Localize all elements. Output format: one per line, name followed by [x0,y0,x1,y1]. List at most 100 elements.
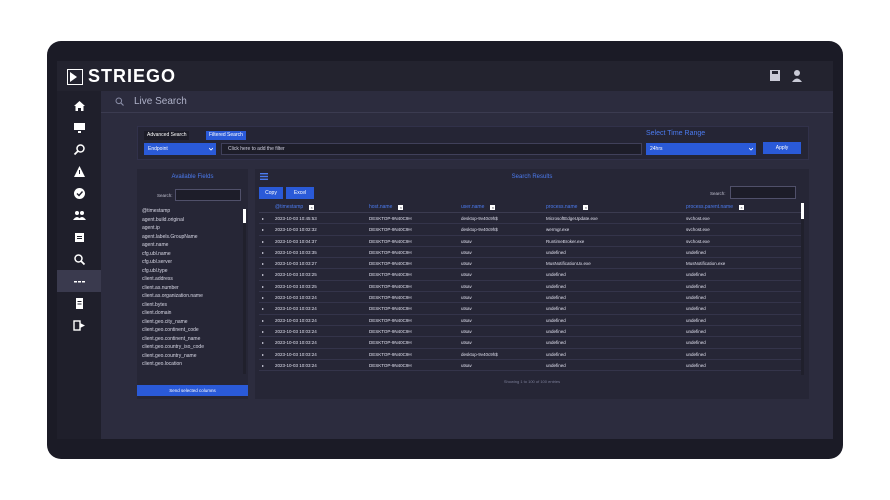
sidebar-item-compliance[interactable] [57,182,101,204]
remove-column-icon[interactable]: × [398,204,404,210]
table-cell: 2023-10-03 10:03:35 [275,249,317,255]
expand-row-icon[interactable]: ▸ [262,340,264,345]
field-item[interactable]: cfg.ubl.type [142,267,242,276]
remove-column-icon[interactable]: × [583,204,589,210]
table-cell: utsav [461,238,472,244]
results-scrollbar[interactable] [801,203,804,375]
column-header[interactable]: host.name × [369,204,404,210]
field-item[interactable]: client.geo.country_iso_code [142,343,242,352]
table-cell: 2023-10-03 10:03:25 [275,272,317,278]
field-item[interactable]: client.geo.continent_code [142,326,242,335]
table-cell: undefined [546,351,566,357]
column-header[interactable]: @timestamp × [275,204,315,210]
expand-row-icon[interactable]: ▸ [262,239,264,244]
expand-row-icon[interactable]: ▸ [262,306,264,311]
results-search-input[interactable] [730,186,796,199]
table-row[interactable]: ▸ 2023-10-03 10:03:24 DESKTOP-9N40C9H utsav… [259,292,801,304]
remove-column-icon[interactable]: × [738,204,744,210]
table-row[interactable]: ▸ 2023-10-03 10:45:53 DESKTOP-9N40C9H deskt… [259,213,801,225]
excel-button[interactable]: Excel [286,187,314,199]
table-row[interactable]: ▸ 2023-10-03 10:03:35 DESKTOP-9N40C9H utsav… [259,247,801,259]
sidebar-item-live-search[interactable] [57,270,101,292]
fields-search-input[interactable] [175,189,241,201]
results-scrollbar-thumb[interactable] [801,203,804,219]
tab-advanced-search[interactable]: Advanced Search [144,131,190,140]
sidebar-item-search[interactable] [57,248,101,270]
field-item[interactable]: @timestamp [142,207,242,216]
field-item[interactable]: agent.labels.GroupName [142,233,242,242]
endpoint-select[interactable]: Endpoint [144,143,216,155]
table-row[interactable]: ▸ 2023-10-03 10:03:24 DESKTOP-9N40C9H utsav… [259,360,801,372]
column-header[interactable]: process.name × [546,204,589,210]
table-row[interactable]: ▸ 2023-10-03 10:02:32 DESKTOP-9N40C9H deskt… [259,224,801,236]
filter-panel: Advanced Search Filtered Search Endpoint… [137,126,809,160]
save-icon[interactable] [769,69,781,82]
expand-row-icon[interactable]: ▸ [262,227,264,232]
expand-row-icon[interactable]: ▸ [262,363,264,368]
field-item[interactable]: client.geo.location [142,360,242,369]
expand-row-icon[interactable]: ▸ [262,352,264,357]
copy-button[interactable]: Copy [259,187,283,199]
remove-column-icon[interactable]: × [309,204,315,210]
fields-scrollbar[interactable] [243,209,246,374]
fields-scrollbar-thumb[interactable] [243,209,246,223]
expand-row-icon[interactable]: ▸ [262,284,264,289]
expand-row-icon[interactable]: ▸ [262,329,264,334]
apply-button[interactable]: Apply [763,142,801,154]
field-item[interactable]: agent.name [142,241,242,250]
table-cell: RuntimeBroker.exe [546,238,585,244]
time-range-select[interactable]: 24hrs [646,143,756,155]
table-row[interactable]: ▸ 2023-10-03 10:03:24 DESKTOP-9N40C9H deskt… [259,349,801,360]
expand-row-icon[interactable]: ▸ [262,272,264,277]
live-search-icon [73,280,85,282]
table-row[interactable]: ▸ 2023-10-03 10:04:37 DESKTOP-9N40C9H utsav… [259,236,801,247]
field-item[interactable]: client.bytes [142,301,242,310]
sidebar-item-logout[interactable] [57,314,101,336]
table-row[interactable]: ▸ 2023-10-03 10:03:24 DESKTOP-9N40C9H utsav… [259,337,801,349]
expand-row-icon[interactable]: ▸ [262,261,264,266]
filter-input[interactable]: Click here to add the filter [221,143,642,155]
field-item[interactable]: agent.ip [142,224,242,233]
table-row[interactable]: ▸ 2023-10-03 10:03:25 DESKTOP-9N40C9H utsav… [259,281,801,293]
user-icon[interactable] [791,69,803,82]
sidebar-item-users[interactable] [57,204,101,226]
field-item[interactable]: client.as.number [142,284,242,293]
table-cell: 2023-10-03 10:03:27 [275,261,317,267]
table-row[interactable]: ▸ 2023-10-03 10:03:24 DESKTOP-9N40C9H utsav… [259,315,801,326]
field-item[interactable]: client.geo.city_name [142,318,242,327]
top-icons [769,69,803,82]
brand-logo[interactable]: STRIEGO [66,66,176,87]
results-search-label: Search: [710,191,726,196]
field-item[interactable]: client.address [142,275,242,284]
sidebar-item-documents[interactable] [57,292,101,314]
table-cell: DESKTOP-9N40C9H [369,295,412,301]
table-row[interactable]: ▸ 2023-10-03 10:03:24 DESKTOP-9N40C9H utsav… [259,326,801,338]
field-item[interactable]: agent.build.original [142,216,242,225]
table-row[interactable]: ▸ 2023-10-03 10:03:25 DESKTOP-9N40C9H utsav… [259,269,801,281]
field-item[interactable]: client.geo.country_name [142,352,242,361]
sidebar-item-monitor[interactable] [57,116,101,138]
field-item[interactable]: client.as.organization.name [142,292,242,301]
field-item[interactable]: client.geo.continent_name [142,335,242,344]
expand-row-icon[interactable]: ▸ [262,295,264,300]
field-item[interactable]: client.domain [142,309,242,318]
sidebar-item-home[interactable] [57,94,101,116]
sidebar-item-reports[interactable] [57,226,101,248]
column-header[interactable]: process.parent.name × [686,204,744,210]
table-row[interactable]: ▸ 2023-10-03 10:03:27 DESKTOP-9N40C9H utsav… [259,258,801,270]
field-item[interactable]: cfg.ubl.name [142,250,242,259]
table-row[interactable]: ▸ 2023-10-03 10:03:24 DESKTOP-9N40C9H utsav… [259,303,801,315]
column-header[interactable]: user.name × [461,204,496,210]
sidebar-item-investigate[interactable] [57,138,101,160]
expand-row-icon[interactable]: ▸ [262,216,264,221]
chevron-down-icon [749,147,753,151]
field-item[interactable]: cfg.ubl.server [142,258,242,267]
remove-column-icon[interactable]: × [490,204,496,210]
table-cell: DESKTOP-9N40C9H [369,216,412,221]
expand-row-icon[interactable]: ▸ [262,250,264,255]
send-selected-columns-button[interactable]: Send selected columns [137,385,248,396]
expand-row-icon[interactable]: ▸ [262,318,264,323]
top-bar: STRIEGO [57,61,833,91]
sidebar-item-alerts[interactable] [57,160,101,182]
tab-filtered-search[interactable]: Filtered Search [206,131,246,140]
